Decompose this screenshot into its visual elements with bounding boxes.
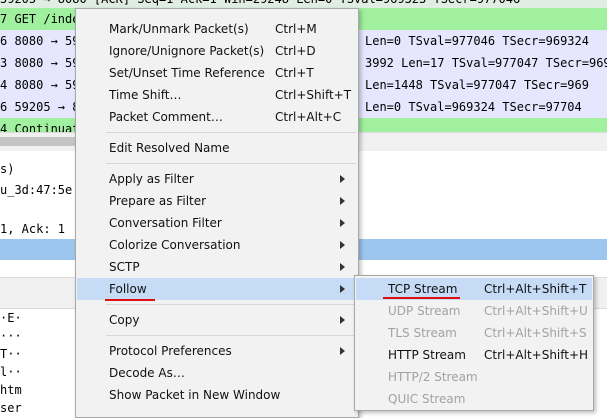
menu-separator — [106, 132, 356, 133]
menu-item-label: Apply as Filter — [109, 172, 194, 186]
submenu-arrow-icon — [340, 197, 345, 205]
menu-item-label: Packet Comment… — [109, 110, 223, 124]
detail-row[interactable]: s) — [0, 159, 14, 179]
packet-row-info-right: Len=0 TSval=969324 TSecr=97704 — [365, 100, 582, 114]
submenu-arrow-icon — [340, 241, 345, 249]
bytes-row: T·· — [0, 347, 22, 361]
submenu-item-label: QUIC Stream — [388, 392, 466, 406]
menu-item-apply-as-filter[interactable]: Apply as Filter — [77, 168, 357, 190]
submenu-arrow-icon — [340, 263, 345, 271]
menu-item-show-packet-new-window[interactable]: Show Packet in New Window — [77, 384, 357, 406]
menu-item-label: Mark/Unmark Packet(s) — [109, 22, 249, 36]
menu-item-packet-comment[interactable]: Packet Comment… Ctrl+Alt+C — [77, 106, 357, 128]
submenu-arrow-icon — [340, 219, 345, 227]
menu-item-protocol-preferences[interactable]: Protocol Preferences — [77, 340, 357, 362]
menu-item-follow[interactable]: Follow — [77, 278, 357, 300]
submenu-item-http2-stream[interactable]: HTTP/2 Stream — [356, 366, 592, 388]
menu-item-ignore-packet[interactable]: Ignore/Unignore Packet(s) Ctrl+D — [77, 40, 357, 62]
submenu-item-label: TLS Stream — [388, 326, 457, 340]
packet-row-info-right: Len=1448 TSval=977047 TSecr=969 — [365, 78, 589, 92]
bytes-row: l·· — [0, 365, 22, 379]
menu-item-copy[interactable]: Copy — [77, 309, 357, 331]
packet-row-info-right: 3992 Len=17 TSval=977047 TSecr=969 — [365, 56, 607, 70]
menu-item-time-reference[interactable]: Set/Unset Time Reference Ctrl+T — [77, 62, 357, 84]
submenu-item-http-stream[interactable]: HTTP Stream Ctrl+Alt+Shift+H — [356, 344, 592, 366]
menu-item-shortcut: Ctrl+Alt+C — [275, 110, 342, 124]
bytes-row: ··· — [0, 329, 22, 343]
submenu-item-shortcut: Ctrl+Alt+Shift+U — [484, 304, 588, 318]
menu-separator — [106, 163, 356, 164]
submenu-item-udp-stream[interactable]: UDP Stream Ctrl+Alt+Shift+U — [356, 300, 592, 322]
menu-item-shortcut: Ctrl+T — [275, 66, 314, 80]
tcp-stream-annotation-underline — [383, 297, 460, 299]
menu-item-label: Set/Unset Time Reference — [109, 66, 265, 80]
menu-item-label: Protocol Preferences — [109, 344, 232, 358]
submenu-arrow-icon — [340, 316, 345, 324]
menu-item-sctp[interactable]: SCTP — [77, 256, 357, 278]
submenu-arrow-icon — [340, 175, 345, 183]
menu-item-conversation-filter[interactable]: Conversation Filter — [77, 212, 357, 234]
bytes-row: ser — [0, 401, 22, 415]
follow-submenu: TCP Stream Ctrl+Alt+Shift+T UDP Stream C… — [354, 275, 594, 411]
menu-item-label: Show Packet in New Window — [109, 388, 281, 402]
menu-item-prepare-as-filter[interactable]: Prepare as Filter — [77, 190, 357, 212]
detail-row[interactable]: 1, Ack: 1 — [0, 219, 65, 239]
menu-item-label: Edit Resolved Name — [109, 141, 230, 155]
menu-item-time-shift[interactable]: Time Shift… Ctrl+Shift+T — [77, 84, 357, 106]
menu-item-label: Colorize Conversation — [109, 238, 241, 252]
submenu-item-quic-stream[interactable]: QUIC Stream — [356, 388, 592, 410]
menu-separator — [106, 304, 356, 305]
menu-item-label: SCTP — [109, 260, 140, 274]
packet-context-menu: Mark/Unmark Packet(s) Ctrl+M Ignore/Unig… — [75, 8, 359, 418]
menu-item-colorize-conversation[interactable]: Colorize Conversation — [77, 234, 357, 256]
submenu-item-shortcut: Ctrl+Alt+Shift+T — [484, 282, 587, 296]
menu-item-label: Follow — [109, 282, 147, 296]
menu-item-edit-resolved-name[interactable]: Edit Resolved Name — [77, 137, 357, 159]
menu-item-shortcut: Ctrl+D — [275, 44, 316, 58]
menu-item-label: Ignore/Unignore Packet(s) — [109, 44, 265, 58]
submenu-item-tls-stream[interactable]: TLS Stream Ctrl+Alt+Shift+S — [356, 322, 592, 344]
packet-row-info-right: Len=0 TSval=977046 TSecr=969324 — [365, 34, 589, 48]
submenu-item-label: HTTP Stream — [388, 348, 466, 362]
menu-item-label: Decode As… — [109, 366, 185, 380]
bytes-row: htm — [0, 383, 22, 397]
submenu-arrow-icon — [340, 347, 345, 355]
menu-item-shortcut: Ctrl+M — [275, 22, 317, 36]
menu-separator — [106, 335, 356, 336]
submenu-item-label: HTTP/2 Stream — [388, 370, 478, 384]
menu-item-label: Copy — [109, 313, 140, 327]
menu-item-label: Prepare as Filter — [109, 194, 207, 208]
follow-annotation-underline — [105, 299, 155, 301]
submenu-item-shortcut: Ctrl+Alt+Shift+H — [484, 348, 589, 362]
menu-item-shortcut: Ctrl+Shift+T — [275, 88, 352, 102]
submenu-item-label: UDP Stream — [388, 304, 461, 318]
menu-item-mark-packet[interactable]: Mark/Unmark Packet(s) Ctrl+M — [77, 18, 357, 40]
menu-item-decode-as[interactable]: Decode As… — [77, 362, 357, 384]
bytes-row: ·E· — [0, 311, 22, 325]
detail-row[interactable]: u_3d:47:5e — [0, 180, 72, 200]
menu-item-label: Time Shift… — [109, 88, 182, 102]
submenu-item-shortcut: Ctrl+Alt+Shift+S — [484, 326, 587, 340]
submenu-arrow-icon — [340, 285, 345, 293]
menu-item-label: Conversation Filter — [109, 216, 222, 230]
